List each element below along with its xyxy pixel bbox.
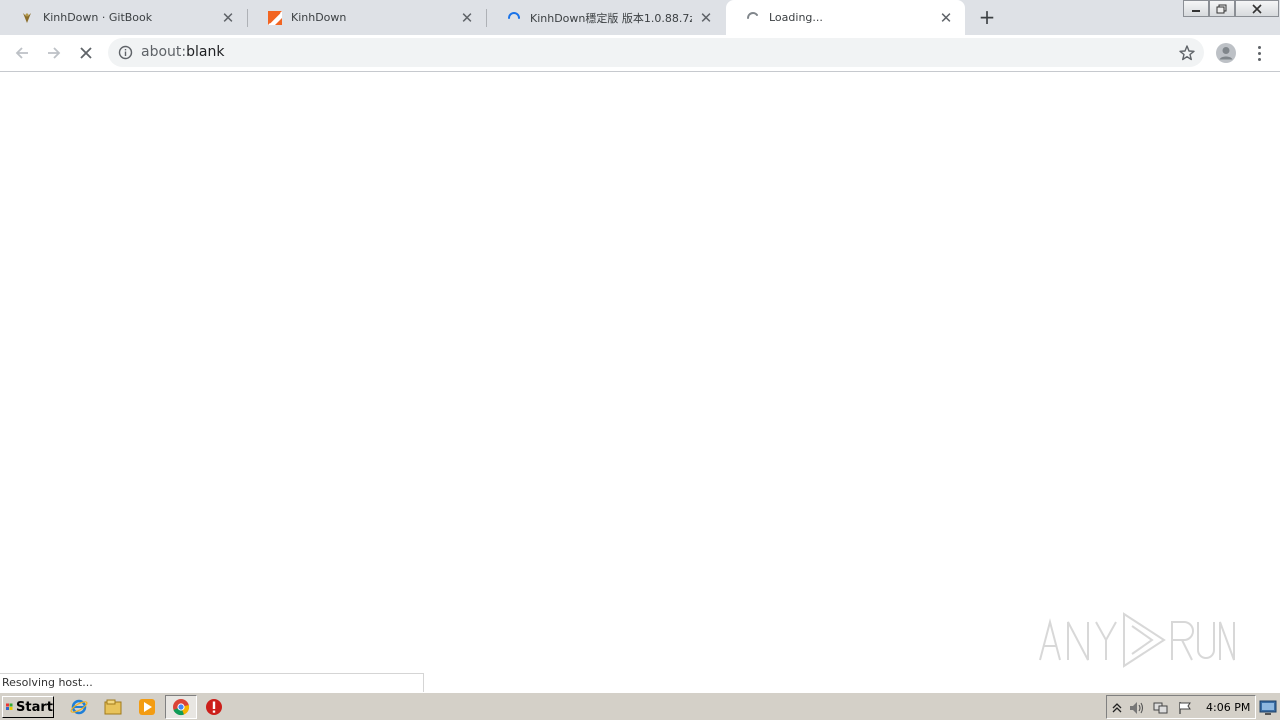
tab-close-icon[interactable]: ✕	[459, 9, 475, 27]
tab-title: KinhDown	[291, 11, 347, 24]
internet-explorer-icon[interactable]	[70, 698, 88, 716]
media-player-icon[interactable]	[138, 698, 156, 716]
tab-kinhdown-download[interactable]: KinhDown穩定版 版本1.0.88.7z - 藍 ✕	[487, 0, 725, 35]
tab-close-icon[interactable]: ✕	[220, 9, 236, 27]
tab-close-icon[interactable]: ✕	[938, 9, 954, 27]
url-path: blank	[186, 44, 225, 60]
tab-title: Loading...	[769, 11, 823, 24]
gitbook-favicon-icon	[19, 10, 35, 26]
windows-flag-icon	[6, 703, 13, 711]
bookmark-star-icon[interactable]	[1178, 44, 1196, 62]
minimize-button[interactable]	[1183, 0, 1209, 17]
chrome-icon[interactable]	[172, 698, 190, 716]
browser-toolbar: about:blank	[0, 35, 1280, 72]
back-arrow-icon	[15, 47, 28, 59]
close-icon	[1252, 3, 1262, 14]
restore-button[interactable]	[1209, 0, 1235, 17]
site-info-icon[interactable]	[118, 45, 133, 60]
forward-button[interactable]	[42, 41, 66, 65]
loading-spinner-icon	[745, 10, 761, 26]
minimize-icon	[1192, 9, 1200, 12]
browser-menu-icon[interactable]	[1250, 41, 1268, 65]
window-controls	[1183, 0, 1279, 18]
stop-sign-app-icon[interactable]	[205, 698, 223, 716]
page-content	[0, 72, 1280, 692]
tab-title: KinhDown · GitBook	[43, 11, 153, 24]
file-explorer-icon[interactable]	[104, 698, 122, 716]
tab-kinhdown-gitbook[interactable]: KinhDown · GitBook ✕	[0, 0, 248, 35]
profile-avatar-icon[interactable]	[1214, 41, 1238, 65]
tab-close-icon[interactable]: ✕	[698, 9, 714, 27]
forward-arrow-icon	[48, 47, 61, 59]
anyrun-watermark-logo	[1036, 608, 1236, 672]
system-clock[interactable]: 4:06 PM	[1206, 701, 1250, 714]
address-bar[interactable]: about:blank	[108, 38, 1204, 67]
stop-x-icon	[80, 47, 92, 59]
show-hidden-icons-icon[interactable]	[1109, 700, 1125, 716]
loading-spinner-icon	[506, 10, 522, 26]
new-tab-button[interactable]: +	[977, 5, 997, 29]
tab-loading[interactable]: Loading... ✕	[726, 0, 965, 35]
status-bubble: Resolving host...	[0, 673, 424, 692]
tab-strip: KinhDown · GitBook ✕ KinhDown ✕ KinhDown…	[0, 0, 1280, 35]
volume-icon[interactable]	[1129, 700, 1145, 716]
orange-flag-favicon-icon	[267, 10, 283, 26]
tab-title: KinhDown穩定版 版本1.0.88.7z - 藍	[530, 11, 692, 25]
show-desktop-icon[interactable]	[1258, 697, 1278, 717]
tab-kinhdown[interactable]: KinhDown ✕	[248, 0, 487, 35]
network-icon[interactable]	[1153, 700, 1169, 716]
action-center-flag-icon[interactable]	[1177, 700, 1193, 716]
stop-loading-button[interactable]	[74, 41, 98, 65]
close-window-button[interactable]	[1235, 0, 1279, 17]
url-scheme: about:	[141, 44, 187, 60]
url-text[interactable]: about:blank	[141, 44, 224, 60]
back-button[interactable]	[10, 41, 34, 65]
start-label: Start	[16, 699, 53, 715]
windows-taskbar: Start 4:06 PM	[0, 692, 1280, 720]
start-button[interactable]: Start	[2, 696, 54, 718]
restore-icon	[1216, 4, 1227, 13]
